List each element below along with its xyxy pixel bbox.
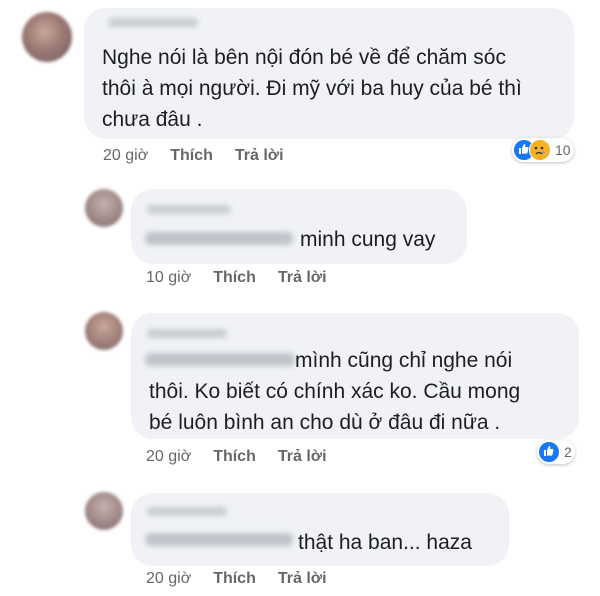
comment-text: minh cung vay [300, 224, 435, 255]
avatar[interactable] [85, 492, 123, 530]
comment-text: mình cũng chỉ nghe nói thôi. Ko biết có … [149, 345, 520, 438]
comment-bubble: minh cung vay [131, 189, 467, 264]
avatar[interactable] [85, 189, 123, 227]
comment-line: thật ha ban... haza [298, 531, 472, 554]
reply-link[interactable]: Trả lời [235, 147, 284, 165]
comment-line: mình cũng chỉ nghe nói [295, 349, 513, 372]
author-name[interactable] [147, 329, 227, 338]
comment-text: Nghe nói là bên nội đón bé về để chăm só… [102, 42, 522, 135]
reaction-summary[interactable]: 10 [512, 138, 574, 162]
author-name[interactable] [108, 18, 198, 27]
comment-meta: 20 giờ Thích Trả lời [146, 448, 327, 466]
comment-bubble: thật ha ban... haza [131, 493, 509, 566]
sad-icon [529, 139, 551, 161]
tagged-name[interactable] [145, 232, 293, 245]
avatar[interactable] [85, 312, 123, 350]
comment-line: chưa đâu . [102, 108, 203, 131]
reaction-count: 2 [564, 444, 572, 460]
timestamp[interactable]: 20 giờ [146, 570, 191, 588]
comment-meta: 10 giờ Thích Trả lời [146, 269, 327, 287]
reaction-count: 10 [555, 142, 571, 158]
tagged-name[interactable] [145, 533, 293, 546]
comment-meta: 20 giờ Thích Trả lời [103, 147, 284, 165]
comment-line: thôi. Ko biết có chính xác ko. Cầu mong [149, 380, 521, 403]
like-link[interactable]: Thích [213, 269, 256, 287]
like-icon [538, 441, 560, 463]
like-link[interactable]: Thích [170, 147, 213, 165]
reply-link[interactable]: Trả lời [278, 448, 327, 466]
like-link[interactable]: Thích [213, 448, 256, 466]
timestamp[interactable]: 20 giờ [146, 448, 191, 466]
comment-meta: 20 giờ Thích Trả lời [146, 570, 327, 588]
comment-line: bé luôn bình an cho dù ở đâu đi nữa . [149, 411, 501, 434]
timestamp[interactable]: 20 giờ [103, 147, 148, 165]
comment-line: Nghe nói là bên nội đón bé về để chăm só… [102, 46, 506, 69]
author-name[interactable] [147, 205, 231, 214]
comment-text: thật ha ban... haza [298, 527, 472, 558]
like-link[interactable]: Thích [213, 570, 256, 588]
comment-bubble: Nghe nói là bên nội đón bé về để chăm só… [84, 8, 574, 139]
author-name[interactable] [147, 507, 227, 516]
timestamp[interactable]: 10 giờ [146, 269, 191, 287]
comment-bubble: mình cũng chỉ nghe nói thôi. Ko biết có … [131, 313, 579, 439]
comment-line: minh cung vay [300, 228, 436, 251]
comment-line: thôi à mọi người. Đi mỹ với ba huy của b… [102, 77, 522, 100]
avatar[interactable] [22, 12, 72, 62]
reaction-summary[interactable]: 2 [537, 440, 575, 464]
reply-link[interactable]: Trả lời [278, 570, 327, 588]
reply-link[interactable]: Trả lời [278, 269, 327, 287]
